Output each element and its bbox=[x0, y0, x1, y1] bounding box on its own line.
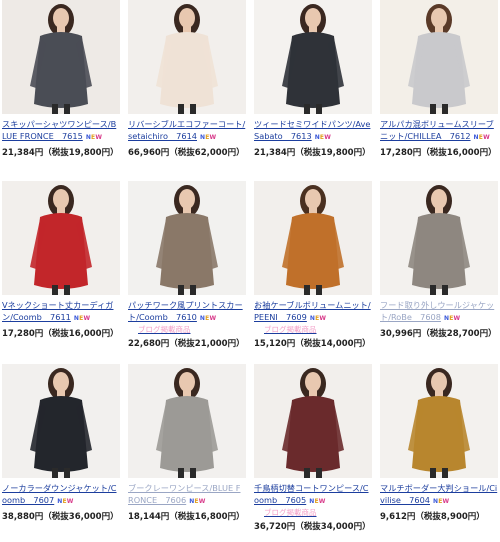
product-title-text: パッチワーク風プリントスカート/Coomb 7610 bbox=[128, 300, 243, 322]
new-badge-letter: W bbox=[453, 315, 461, 322]
new-badge-icon: NEW bbox=[200, 132, 216, 144]
product-title-link[interactable]: ツィードセミワイドパンツ/Ave Sabato 7613 NEW bbox=[254, 118, 372, 144]
model-image bbox=[380, 364, 498, 478]
product-title-text: Vネックショート丈カーディガン/Coomb 7611 bbox=[2, 300, 114, 322]
product-title-link[interactable]: パッチワーク風プリントスカート/Coomb 7610 NEW ブログ掲載商品 bbox=[128, 299, 246, 335]
product-price: 21,384円（税抜19,800円） bbox=[254, 148, 371, 158]
product-price: 15,120円（税抜14,000円） bbox=[254, 339, 371, 349]
product-title-link[interactable]: ノーカラーダウンジャケット/Coomb 7607 NEW bbox=[2, 482, 120, 508]
product-photo[interactable] bbox=[128, 0, 246, 114]
product-card[interactable]: フード取り外しウールジャケット/RoBe 7608 NEW 30,996円（税抜28… bbox=[380, 181, 498, 359]
new-badge-icon: NEW bbox=[444, 313, 460, 325]
product-photo[interactable] bbox=[254, 0, 372, 114]
model-image bbox=[254, 364, 372, 478]
new-badge-letter: W bbox=[209, 134, 217, 141]
product-title-link[interactable]: Vネックショート丈カーディガン/Coomb 7611 NEW bbox=[2, 299, 120, 325]
model-image bbox=[2, 0, 120, 114]
product-card[interactable]: Vネックショート丈カーディガン/Coomb 7611 NEW 17,280円（税抜1… bbox=[2, 181, 120, 359]
product-title-text: ツィードセミワイドパンツ/Ave Sabato 7613 bbox=[254, 119, 371, 141]
product-card[interactable]: お袖ケーブルボリュームニット/PEENI 7609 NEW ブログ掲載商品 15,12… bbox=[254, 181, 372, 359]
new-badge-letter: W bbox=[324, 134, 332, 141]
product-photo[interactable] bbox=[380, 364, 498, 478]
new-badge-icon: NEW bbox=[433, 496, 449, 508]
model-image bbox=[128, 364, 246, 478]
product-price: 30,996円（税抜28,700円） bbox=[380, 329, 497, 339]
product-card[interactable]: 千鳥柄切替コートワンピース/Coomb 7605 NEW ブログ掲載商品 36,720… bbox=[254, 364, 372, 542]
product-title-link[interactable]: リバーシブルエコファーコート/setaichiro 7614 NEW bbox=[128, 118, 246, 144]
model-image bbox=[2, 181, 120, 295]
new-badge-icon: NEW bbox=[74, 313, 90, 325]
model-image bbox=[128, 0, 246, 114]
model-image bbox=[254, 0, 372, 114]
product-card[interactable]: ツィードセミワイドパンツ/Ave Sabato 7613 NEW 21,384円（税… bbox=[254, 0, 372, 178]
product-price: 36,720円（税抜34,000円） bbox=[254, 522, 371, 532]
blog-featured-label: ブログ掲載商品 bbox=[264, 508, 317, 517]
product-price: 38,880円（税抜36,000円） bbox=[2, 512, 119, 522]
new-badge-letter: W bbox=[66, 498, 74, 505]
product-card[interactable]: ブークレーワンピース/BLUE FRONCE 7606 NEW 18,144円（税抜… bbox=[128, 364, 246, 542]
model-image bbox=[380, 0, 498, 114]
product-price: 9,612円（税抜8,900円） bbox=[380, 512, 485, 522]
blog-featured-label: ブログ掲載商品 bbox=[264, 325, 317, 334]
new-badge-icon: NEW bbox=[310, 313, 326, 325]
new-badge-letter: W bbox=[209, 315, 217, 322]
new-badge-icon: NEW bbox=[474, 132, 490, 144]
new-badge-letter: W bbox=[442, 498, 450, 505]
new-badge-letter: W bbox=[95, 134, 103, 141]
product-card[interactable]: アルパカ混ボリュームスリーブニット/CHILLEA 7612 NEW 17,280円… bbox=[380, 0, 498, 178]
new-badge-letter: W bbox=[318, 498, 326, 505]
new-badge-icon: NEW bbox=[57, 496, 73, 508]
product-price: 17,280円（税抜16,000円） bbox=[2, 329, 119, 339]
model-image bbox=[380, 181, 498, 295]
product-photo[interactable] bbox=[2, 181, 120, 295]
product-price: 18,144円（税抜16,800円） bbox=[128, 512, 245, 522]
new-badge-icon: NEW bbox=[309, 496, 325, 508]
new-badge-letter: W bbox=[319, 315, 327, 322]
product-card[interactable]: ノーカラーダウンジャケット/Coomb 7607 NEW 38,880円（税抜36,… bbox=[2, 364, 120, 542]
product-price: 21,384円（税抜19,800円） bbox=[2, 148, 119, 158]
product-title-link[interactable]: お袖ケーブルボリュームニット/PEENI 7609 NEW ブログ掲載商品 bbox=[254, 299, 372, 335]
product-card[interactable]: リバーシブルエコファーコート/setaichiro 7614 NEW 66,960円… bbox=[128, 0, 246, 178]
product-title-link[interactable]: マルチボーダー大判ショール/Civilise 7604 NEW bbox=[380, 482, 498, 508]
product-title-text: ブークレーワンピース/BLUE FRONCE 7606 bbox=[128, 483, 241, 505]
blog-featured-label: ブログ掲載商品 bbox=[138, 325, 191, 334]
product-title-link[interactable]: 千鳥柄切替コートワンピース/Coomb 7605 NEW ブログ掲載商品 bbox=[254, 482, 372, 518]
model-image bbox=[128, 181, 246, 295]
product-title-link[interactable]: ブークレーワンピース/BLUE FRONCE 7606 NEW bbox=[128, 482, 246, 508]
product-photo[interactable] bbox=[254, 181, 372, 295]
product-photo[interactable] bbox=[128, 181, 246, 295]
product-price: 17,280円（税抜16,000円） bbox=[380, 148, 497, 158]
product-photo[interactable] bbox=[2, 364, 120, 478]
product-title-text: フード取り外しウールジャケット/RoBe 7608 bbox=[380, 300, 495, 322]
product-photo[interactable] bbox=[380, 0, 498, 114]
new-badge-letter: W bbox=[83, 315, 91, 322]
product-card[interactable]: パッチワーク風プリントスカート/Coomb 7610 NEW ブログ掲載商品 22,6… bbox=[128, 181, 246, 359]
model-image bbox=[2, 364, 120, 478]
product-title-link[interactable]: アルパカ混ボリュームスリーブニット/CHILLEA 7612 NEW bbox=[380, 118, 498, 144]
product-photo[interactable] bbox=[380, 181, 498, 295]
product-grid: スキッパーシャツワンピース/BLUE FRONCE 7615 NEW 21,384円… bbox=[0, 0, 500, 540]
product-title-text: リバーシブルエコファーコート/setaichiro 7614 bbox=[128, 119, 246, 141]
new-badge-icon: NEW bbox=[315, 132, 331, 144]
product-price: 22,680円（税抜21,000円） bbox=[128, 339, 245, 349]
product-title-link[interactable]: スキッパーシャツワンピース/BLUE FRONCE 7615 NEW bbox=[2, 118, 120, 144]
product-title-link[interactable]: フード取り外しウールジャケット/RoBe 7608 NEW bbox=[380, 299, 498, 325]
model-image bbox=[254, 181, 372, 295]
product-price: 66,960円（税抜62,000円） bbox=[128, 148, 245, 158]
new-badge-icon: NEW bbox=[200, 313, 216, 325]
new-badge-letter: W bbox=[483, 134, 490, 141]
product-card[interactable]: スキッパーシャツワンピース/BLUE FRONCE 7615 NEW 21,384円… bbox=[2, 0, 120, 178]
new-badge-letter: W bbox=[198, 498, 206, 505]
product-card[interactable]: マルチボーダー大判ショール/Civilise 7604 NEW 9,612円（税抜8… bbox=[380, 364, 498, 542]
product-photo[interactable] bbox=[128, 364, 246, 478]
product-photo[interactable] bbox=[2, 0, 120, 114]
product-photo[interactable] bbox=[254, 364, 372, 478]
new-badge-icon: NEW bbox=[189, 496, 205, 508]
new-badge-icon: NEW bbox=[86, 132, 102, 144]
